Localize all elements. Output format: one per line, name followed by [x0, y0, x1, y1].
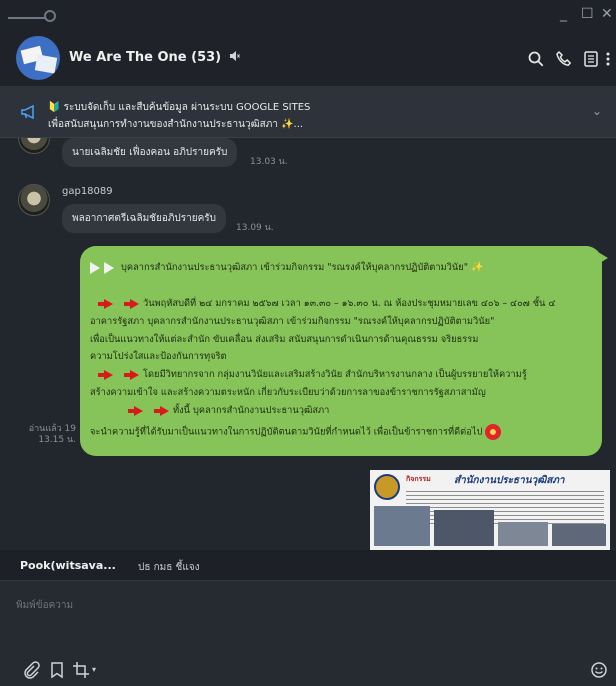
phone-icon[interactable] — [555, 50, 573, 68]
minimize-button[interactable]: _ — [560, 6, 567, 22]
message-time: 13.09 น. — [236, 223, 274, 233]
chevron-down-icon[interactable]: ▾ — [92, 665, 96, 674]
reply-sender: Pook(witsava... — [20, 559, 116, 572]
reply-text: ปธ กมธ ชี้แจง — [138, 562, 200, 573]
bubble-line: อาคารรัฐสภา บุคลากรสำนักงานประธานวุฒิสภา… — [90, 316, 495, 327]
megaphone-icon — [21, 104, 34, 120]
red-arrow-icon — [124, 369, 139, 380]
parliament-seal-icon — [374, 474, 400, 500]
play-icon — [90, 261, 100, 274]
announcement-line-1: 🔰 ระบบจัดเก็บ และสืบค้นข้อมูล ผ่านระบบ G… — [48, 102, 311, 113]
bubble-line: ทั้งนี้ บุคลากรสำนักงานประธานวุฒิสภา — [120, 403, 329, 418]
bubble-line: จะนำความรู้ที่ได้รับมาเป็นแนวทางในการปฏิ… — [90, 424, 502, 440]
reply-preview-bar[interactable]: Pook(witsava... ปธ กมธ ชี้แจง — [0, 550, 616, 580]
crop-icon[interactable] — [72, 661, 90, 679]
red-arrow-icon — [124, 298, 139, 309]
bubble-line: สร้างความเข้าใจ และสร้างความตระหนัก เกี่… — [90, 387, 486, 398]
chat-header: We Are The One (53) — [0, 30, 616, 86]
bubble-line: เพื่อเป็นแนวทางให้แต่ละสำนัก ขับเคลื่อน … — [90, 334, 479, 345]
red-arrow-icon — [98, 298, 113, 309]
play-icon — [104, 261, 114, 274]
close-button[interactable]: ✕ — [601, 6, 613, 22]
app-logo-line — [8, 17, 46, 19]
chevron-down-icon[interactable]: ⌄ — [592, 104, 602, 118]
image-badge: กิจกรรม — [406, 475, 431, 483]
red-arrow-icon — [98, 369, 113, 380]
image-message[interactable]: กิจกรรม สำนักงานประธานวุฒิสภา — [370, 470, 610, 550]
avatar[interactable] — [18, 184, 50, 216]
title-bar: _ ☐ ✕ — [0, 0, 616, 30]
bubble-line: โดยมีวิทยากรจาก กลุ่มงานวินัยและเสริมสร้… — [90, 367, 527, 382]
composer: ▾ — [0, 580, 616, 686]
emoji-icon[interactable] — [590, 661, 608, 679]
volume-mute-icon — [229, 51, 240, 61]
sender-name[interactable]: gap18089 — [62, 186, 113, 197]
bubble-line: วันพฤหัสบดีที่ ๒๔ มกราคม ๒๕๖๗ เวลา ๑๓.๓๐… — [90, 296, 555, 311]
red-arrow-icon — [154, 405, 169, 416]
group-avatar[interactable] — [16, 36, 60, 80]
photo-thumbnail — [374, 506, 430, 546]
red-arrow-icon — [128, 405, 143, 416]
read-status: อ่านแล้ว 19 13.15 น. — [28, 424, 76, 445]
avatar[interactable] — [18, 138, 50, 154]
photo-thumbnail — [498, 522, 548, 546]
announcement-line-2: เพื่อสนับสนุนการทำงานของสำนักงานประธานวุ… — [48, 119, 304, 130]
group-title[interactable]: We Are The One (53) — [69, 50, 241, 65]
notes-icon[interactable] — [582, 50, 600, 68]
image-org-title: สำนักงานประธานวุฒิสภา — [454, 475, 565, 486]
outgoing-message-bubble[interactable]: บุคลากรสำนักงานประธานวุฒิสภา เข้าร่วมกิจ… — [80, 246, 608, 456]
more-options-icon[interactable] — [604, 50, 612, 68]
photo-thumbnail — [434, 510, 494, 546]
bubble-line: บุคลากรสำนักงานประธานวุฒิสภา เข้าร่วมกิจ… — [90, 260, 483, 275]
bubble-line: ความโปร่งใสและป้องกันการทุจริต — [90, 351, 227, 362]
maximize-button[interactable]: ☐ — [581, 6, 594, 22]
attachment-icon[interactable] — [22, 661, 40, 679]
photo-thumbnail — [552, 524, 606, 546]
chat-area[interactable]: นายเฉลิมชัย เฟื่องคอน อภิปรายครับ 13.03 … — [0, 138, 616, 550]
sparkle-icon: ✨ — [470, 262, 484, 273]
message-time: 13.03 น. — [250, 157, 288, 167]
message-bubble[interactable]: พลอากาศตรีเฉลิมชัยอภิปรายครับ — [62, 204, 227, 233]
message-bubble[interactable]: นายเฉลิมชัย เฟื่องคอน อภิปรายครับ — [62, 138, 238, 167]
search-icon[interactable] — [527, 50, 545, 68]
message-time: 13.15 น. — [38, 435, 76, 445]
app-logo-circle — [44, 10, 56, 22]
announcement-bar[interactable]: 🔰 ระบบจัดเก็บ และสืบค้นข้อมูล ผ่านระบบ G… — [0, 86, 616, 138]
flower-icon — [485, 424, 502, 440]
message-input[interactable] — [16, 593, 596, 617]
bookmark-icon[interactable] — [48, 661, 66, 679]
